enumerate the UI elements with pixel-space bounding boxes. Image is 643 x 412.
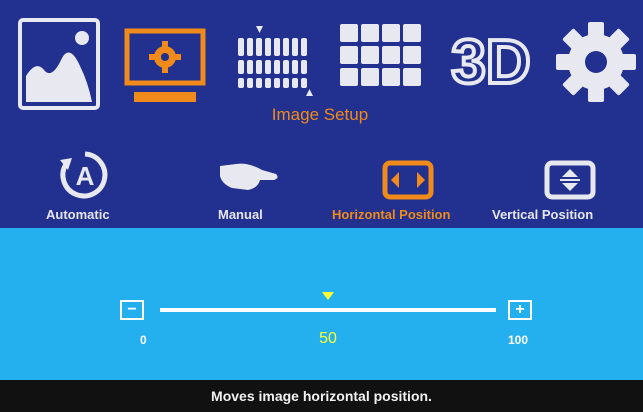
sub-item-manual-label[interactable]: Manual — [218, 207, 263, 222]
decrement-button[interactable]: − — [120, 300, 144, 320]
3d-icon[interactable]: 3D — [446, 26, 536, 100]
increment-button[interactable]: + — [508, 300, 532, 320]
auto-adjust-icon[interactable]: A — [58, 148, 112, 202]
hand-icon[interactable] — [218, 158, 280, 196]
pixel-phase-icon[interactable] — [236, 24, 318, 104]
status-help-text: Moves image horizontal position. — [0, 380, 643, 412]
horizontal-position-icon[interactable] — [382, 160, 434, 200]
grid-icon[interactable] — [340, 24, 422, 96]
slider-panel — [0, 228, 643, 380]
monitor-gear-icon[interactable] — [124, 28, 206, 108]
slider-max-label: 100 — [508, 333, 529, 347]
slider-value: 50 — [319, 330, 337, 347]
vertical-position-icon[interactable] — [544, 160, 596, 200]
section-title: Image Setup — [271, 105, 369, 124]
slider-thumb-icon[interactable] — [322, 292, 334, 300]
picture-icon[interactable] — [18, 18, 100, 110]
sub-item-horizontal-position-label[interactable]: Horizontal Position — [332, 207, 450, 222]
slider-track[interactable] — [160, 308, 496, 312]
sub-item-automatic-label[interactable]: Automatic — [46, 207, 110, 222]
sub-item-vertical-position-label[interactable]: Vertical Position — [492, 207, 593, 222]
svg-text:A: A — [76, 161, 95, 191]
slider-min-label: 0 — [140, 333, 147, 347]
gear-icon[interactable] — [554, 20, 638, 104]
